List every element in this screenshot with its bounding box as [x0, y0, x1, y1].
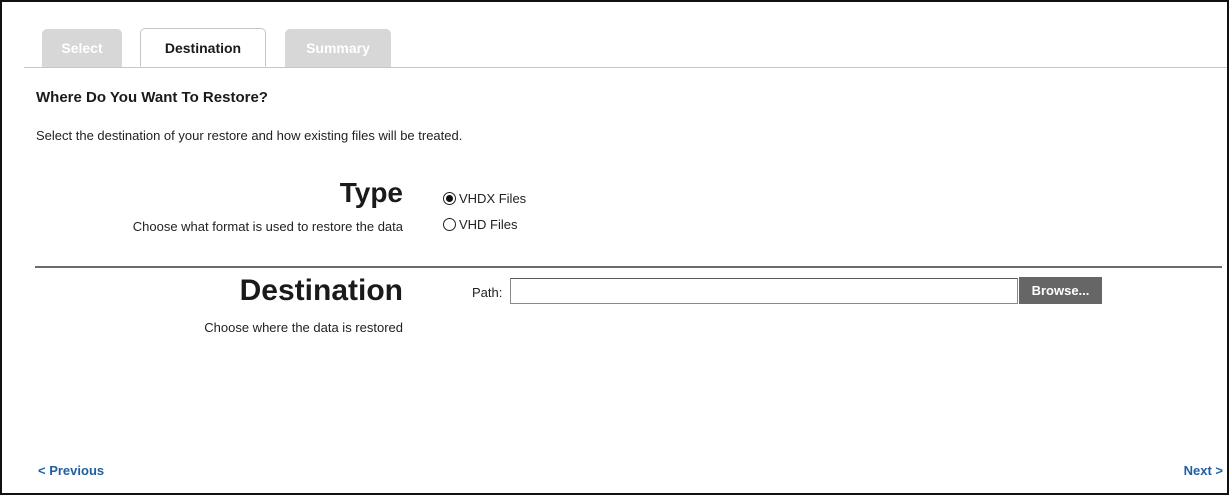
previous-link[interactable]: < Previous — [38, 463, 104, 478]
destination-section-description: Choose where the data is restored — [204, 320, 403, 335]
radio-label-vhd: VHD Files — [459, 217, 518, 232]
destination-section-title: Destination — [239, 274, 403, 307]
page-intro: Select the destination of your restore a… — [36, 128, 463, 143]
next-link[interactable]: Next > — [1184, 463, 1223, 478]
radio-option-vhdx[interactable]: VHDX Files — [443, 191, 526, 206]
type-section-description: Choose what format is used to restore th… — [132, 219, 403, 234]
tab-select[interactable]: Select — [42, 29, 122, 67]
browse-button[interactable]: Browse... — [1019, 277, 1102, 304]
tab-summary[interactable]: Summary — [285, 29, 391, 67]
section-divider — [35, 266, 1222, 268]
tab-destination[interactable]: Destination — [140, 28, 266, 67]
page-heading: Where Do You Want To Restore? — [36, 89, 268, 106]
radio-selected-icon[interactable] — [443, 192, 456, 205]
type-section-title: Type — [339, 177, 403, 208]
wizard-tabs: Select Destination Summary — [24, 27, 1227, 67]
radio-option-vhd[interactable]: VHD Files — [443, 217, 518, 232]
radio-unselected-icon[interactable] — [443, 218, 456, 231]
radio-label-vhdx: VHDX Files — [459, 191, 527, 206]
path-input[interactable] — [510, 278, 1018, 304]
path-label: Path: — [472, 285, 503, 300]
tab-baseline — [24, 67, 1227, 68]
restore-wizard-panel: Select Destination Summary Where Do You … — [0, 0, 1229, 495]
